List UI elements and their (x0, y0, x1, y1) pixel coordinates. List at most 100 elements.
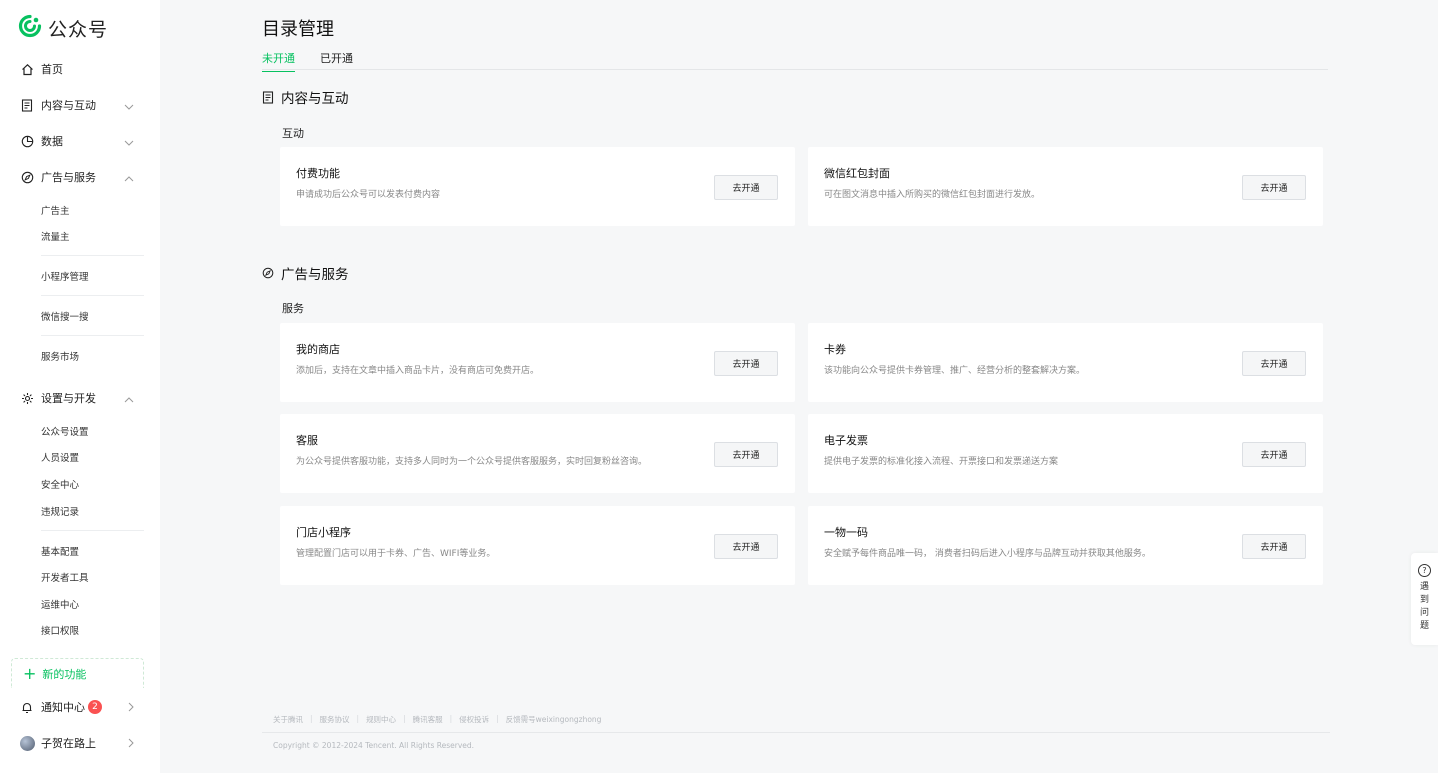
nav-data-label: 数据 (41, 135, 63, 148)
footer-link-complaint[interactable]: 侵权投诉 (459, 714, 489, 725)
nav-settings-devtools[interactable]: 开发者工具 (41, 570, 89, 584)
card-desc: 添加后，支持在文章中插入商品卡片，没有商店可免费开店。 (296, 366, 540, 376)
service-card: 我的商店 添加后，支持在文章中插入商品卡片，没有商店可免费开店。 去开通 (280, 323, 795, 402)
sidebar: 公众号 首页 内容与互动 数据 广告与服务 广告主 流量主 小程序管理 微信搜一… (0, 0, 160, 773)
new-feature-label: 新的功能 (42, 667, 87, 681)
service-card: 卡券 该功能向公众号提供卡券管理、推广、经营分析的整套解决方案。 去开通 (808, 323, 1323, 402)
footer-link-terms[interactable]: 服务协议 (320, 714, 350, 725)
nav-settings-ops[interactable]: 运维中心 (41, 597, 79, 611)
card-name: 卡券 (824, 343, 846, 356)
section-title-ads: 广告与服务 (262, 263, 349, 283)
card-desc: 为公众号提供客服功能，支持多人同时为一个公众号提供客服服务，实时回复粉丝咨询。 (296, 457, 648, 467)
logo-text: 公众号 (48, 18, 109, 41)
nav-user[interactable]: 子贺在路上 (20, 733, 140, 753)
nav-ads-label: 广告与服务 (41, 171, 96, 184)
tab-bar: 未开通 已开通 (262, 50, 1328, 72)
question-icon: ? (1418, 564, 1431, 577)
enable-button[interactable]: 去开通 (1242, 534, 1306, 559)
footer-link-feedback[interactable]: 反馈需号weixingongzhong (506, 714, 602, 725)
section-title-content: 内容与互动 (262, 87, 349, 107)
new-feature-button[interactable]: + 新的功能 (11, 658, 144, 688)
enable-button[interactable]: 去开通 (714, 351, 778, 376)
card-desc: 管理配置门店可以用于卡券、广告、WIFI等业务。 (296, 549, 496, 559)
card-desc: 提供电子发票的标准化接入流程、开票接口和发票递送方案 (824, 457, 1059, 467)
enable-button[interactable]: 去开通 (714, 442, 778, 467)
logo[interactable]: 公众号 (18, 14, 108, 42)
service-card: 客服 为公众号提供客服功能，支持多人同时为一个公众号提供客服服务，实时回复粉丝咨… (280, 414, 795, 493)
enable-button[interactable]: 去开通 (714, 534, 778, 559)
chevron-down-icon (124, 136, 134, 149)
group-label: 互动 (282, 127, 304, 140)
card-name: 付费功能 (296, 167, 340, 180)
nav-settings[interactable]: 设置与开发 (20, 388, 140, 408)
avatar (20, 735, 35, 751)
plus-icon: + (23, 663, 37, 683)
card-name: 客服 (296, 434, 318, 447)
card-name: 微信红包封面 (824, 167, 890, 180)
compass-icon (20, 170, 34, 184)
nav-home-label: 首页 (41, 63, 63, 76)
nav-data[interactable]: 数据 (20, 131, 140, 151)
nav-settings-security[interactable]: 安全中心 (41, 477, 79, 491)
card-desc: 申请成功后公众号可以发表付费内容 (296, 190, 441, 200)
nav-home[interactable]: 首页 (20, 59, 140, 79)
page-title: 目录管理 (262, 19, 334, 40)
enable-button[interactable]: 去开通 (1242, 175, 1306, 200)
nav-ads[interactable]: 广告与服务 (20, 167, 140, 187)
nav-settings-account[interactable]: 公众号设置 (41, 424, 89, 438)
nav-settings-violations[interactable]: 违规记录 (41, 504, 79, 518)
card-name: 我的商店 (296, 343, 340, 356)
nav-ads-miniprogram[interactable]: 小程序管理 (41, 269, 89, 283)
enable-button[interactable]: 去开通 (1242, 351, 1306, 376)
nav-content[interactable]: 内容与互动 (20, 95, 140, 115)
card-desc: 可在图文消息中插入所购买的微信红包封面进行发放。 (824, 190, 1041, 200)
footer-link-about[interactable]: 关于腾讯 (273, 714, 303, 725)
chevron-right-icon (128, 702, 134, 715)
card-desc: 安全赋予每件商品唯一码， 消费者扫码后进入小程序与品牌互动并获取其他服务。 (824, 549, 1151, 559)
nav-ads-market[interactable]: 服务市场 (41, 349, 79, 363)
chevron-right-icon (128, 738, 134, 751)
user-name: 子贺在路上 (41, 737, 96, 750)
divider (41, 255, 144, 256)
enable-button[interactable]: 去开通 (1242, 442, 1306, 467)
section-title-text: 内容与互动 (281, 91, 349, 107)
chevron-up-icon (124, 393, 134, 406)
footer-divider (262, 732, 1330, 733)
nav-ads-advertiser[interactable]: 广告主 (41, 203, 70, 217)
enable-button[interactable]: 去开通 (714, 175, 778, 200)
nav-settings-basic[interactable]: 基本配置 (41, 544, 79, 558)
footer-link-support[interactable]: 腾讯客服 (413, 714, 443, 725)
nav-settings-api[interactable]: 接口权限 (41, 623, 79, 637)
tab-not-enabled[interactable]: 未开通 (262, 50, 295, 72)
help-label: 遇到问题 (1419, 582, 1429, 631)
footer-separator: | (403, 714, 406, 723)
gear-icon (20, 391, 34, 405)
nav-notifications-label: 通知中心 (41, 701, 85, 714)
footer-separator: | (449, 714, 453, 723)
nav-settings-label: 设置与开发 (41, 392, 96, 405)
card-name: 门店小程序 (296, 526, 351, 539)
copyright: Copyright © 2012-2024 Tencent. All Right… (273, 741, 475, 750)
divider (41, 335, 144, 336)
service-card: 微信红包封面 可在图文消息中插入所购买的微信红包封面进行发放。 去开通 (808, 147, 1323, 226)
nav-settings-staff[interactable]: 人员设置 (41, 450, 79, 464)
chevron-down-icon (124, 100, 134, 113)
service-card: 电子发票 提供电子发票的标准化接入流程、开票接口和发票递送方案 去开通 (808, 414, 1323, 493)
nav-ads-publisher[interactable]: 流量主 (41, 229, 70, 243)
compass-icon (262, 267, 274, 279)
pie-chart-icon (20, 134, 34, 148)
divider (41, 295, 144, 296)
footer-separator: | (310, 714, 313, 723)
card-desc: 该功能向公众号提供卡券管理、推广、经营分析的整套解决方案。 (824, 366, 1086, 376)
help-button[interactable]: ? 遇到问题 (1411, 553, 1438, 645)
group-label: 服务 (282, 302, 304, 315)
notification-badge: 2 (88, 700, 102, 714)
tab-enabled[interactable]: 已开通 (320, 50, 353, 71)
card-name: 一物一码 (824, 526, 868, 539)
nav-notifications[interactable]: 通知中心 2 (20, 697, 140, 717)
service-card: 一物一码 安全赋予每件商品唯一码， 消费者扫码后进入小程序与品牌互动并获取其他服… (808, 506, 1323, 585)
service-card: 门店小程序 管理配置门店可以用于卡券、广告、WIFI等业务。 去开通 (280, 506, 795, 585)
footer-link-rules[interactable]: 规则中心 (366, 714, 396, 725)
nav-ads-search[interactable]: 微信搜一搜 (41, 309, 89, 323)
section-title-text: 广告与服务 (281, 267, 349, 283)
